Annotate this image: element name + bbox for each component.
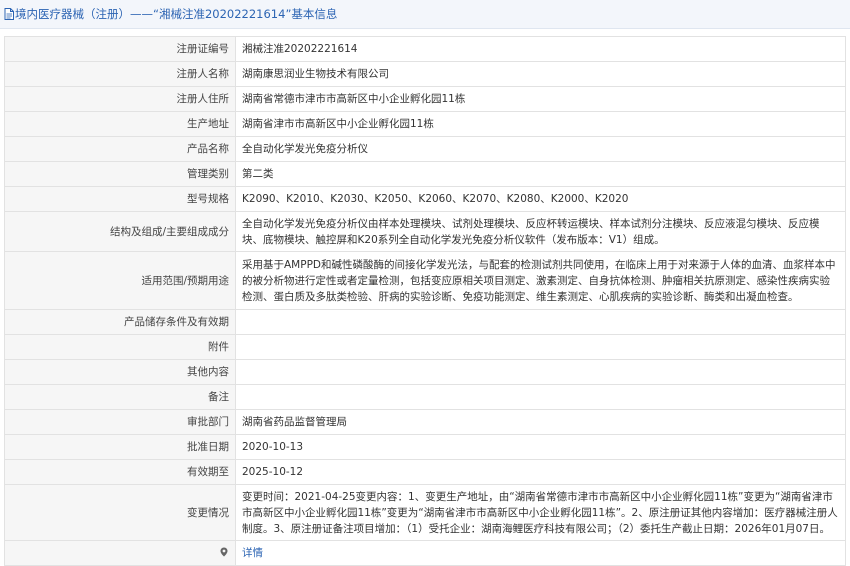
row-label: 注册人名称 (4, 61, 236, 87)
table-row: 适用范围/预期用途 采用基于AMPPD和碱性磷酸酶的间接化学发光法，与配套的检测… (4, 251, 846, 310)
table-row: 生产地址 湖南省津市市高新区中小企业孵化园11栋 (4, 111, 846, 137)
row-label: 注册人住所 (4, 86, 236, 112)
row-label: 有效期至 (4, 459, 236, 485)
location-pin-icon (220, 546, 228, 562)
row-label: 型号规格 (4, 186, 236, 212)
table-row: 批准日期 2020-10-13 (4, 434, 846, 460)
row-label: 注册证编号 (4, 36, 236, 62)
footer-label-cell (4, 540, 236, 566)
row-value: 全自动化学发光免疫分析仪 (235, 136, 846, 162)
table-row: 注册人住所 湖南省常德市津市市高新区中小企业孵化园11栋 (4, 86, 846, 112)
table-row: 其他内容 (4, 359, 846, 385)
page-title-bar: 境内医疗器械（注册）——“湘械注准20202221614”基本信息 (0, 0, 850, 29)
row-value: 湖南康思润业生物技术有限公司 (235, 61, 846, 87)
row-value: 湖南省常德市津市市高新区中小企业孵化园11栋 (235, 86, 846, 112)
row-value: K2090、K2010、K2030、K2050、K2060、K2070、K208… (235, 186, 846, 212)
row-label: 生产地址 (4, 111, 236, 137)
row-label: 管理类别 (4, 161, 236, 187)
row-value: 湖南省津市市高新区中小企业孵化园11栋 (235, 111, 846, 137)
row-label: 产品储存条件及有效期 (4, 309, 236, 335)
row-label: 批准日期 (4, 434, 236, 460)
row-label: 结构及组成/主要组成成分 (4, 211, 236, 252)
row-label: 变更情况 (4, 484, 236, 541)
info-table: 注册证编号 湘械注准20202221614 注册人名称 湖南康思润业生物技术有限… (4, 36, 846, 566)
table-row: 审批部门 湖南省药品监督管理局 (4, 409, 846, 435)
table-row: 有效期至 2025-10-12 (4, 459, 846, 485)
row-value: 采用基于AMPPD和碱性磷酸酶的间接化学发光法，与配套的检测试剂共同使用，在临床… (235, 251, 846, 310)
table-row: 详情 (4, 540, 846, 566)
table-row: 结构及组成/主要组成成分 全自动化学发光免疫分析仪由样本处理模块、试剂处理模块、… (4, 211, 846, 252)
row-label: 适用范围/预期用途 (4, 251, 236, 310)
table-row: 管理类别 第二类 (4, 161, 846, 187)
row-value: 2025-10-12 (235, 459, 846, 485)
row-value: 湖南省药品监督管理局 (235, 409, 846, 435)
row-label: 附件 (4, 334, 236, 360)
table-row: 备注 (4, 384, 846, 410)
table-row: 产品储存条件及有效期 (4, 309, 846, 335)
table-row: 产品名称 全自动化学发光免疫分析仪 (4, 136, 846, 162)
row-value: 变更时间：2021-04-25变更内容：1、变更生产地址，由“湖南省常德市津市市… (235, 484, 846, 541)
row-label: 产品名称 (4, 136, 236, 162)
row-value: 湘械注准20202221614 (235, 36, 846, 62)
row-value (235, 334, 846, 360)
table-row: 附件 (4, 334, 846, 360)
row-value: 2020-10-13 (235, 434, 846, 460)
row-label: 审批部门 (4, 409, 236, 435)
row-value: 第二类 (235, 161, 846, 187)
document-icon (4, 2, 14, 30)
table-row: 变更情况 变更时间：2021-04-25变更内容：1、变更生产地址，由“湖南省常… (4, 484, 846, 541)
row-value: 全自动化学发光免疫分析仪由样本处理模块、试剂处理模块、反应杯转运模块、样本试剂分… (235, 211, 846, 252)
row-value (235, 384, 846, 410)
row-label: 备注 (4, 384, 236, 410)
row-value (235, 309, 846, 335)
row-label: 其他内容 (4, 359, 236, 385)
details-link[interactable]: 详情 (242, 547, 263, 559)
table-row: 注册人名称 湖南康思润业生物技术有限公司 (4, 61, 846, 87)
row-value (235, 359, 846, 385)
footer-value-cell: 详情 (235, 540, 846, 566)
page-title: 境内医疗器械（注册）——“湘械注准20202221614”基本信息 (15, 7, 338, 21)
table-row: 注册证编号 湘械注准20202221614 (4, 36, 846, 62)
table-row: 型号规格 K2090、K2010、K2030、K2050、K2060、K2070… (4, 186, 846, 212)
